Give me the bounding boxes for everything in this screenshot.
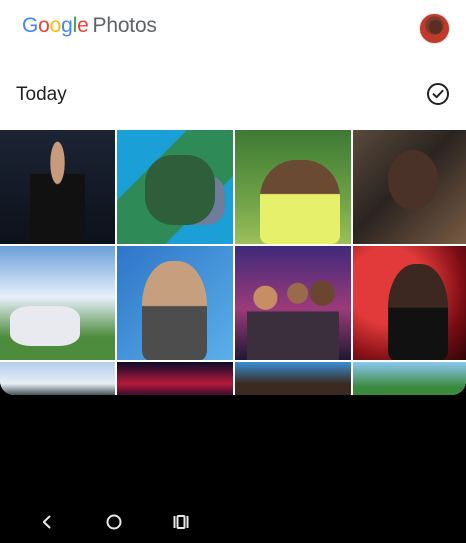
app-header: Google Photos — [0, 0, 466, 60]
recents-icon[interactable] — [169, 510, 193, 534]
logo-letter: o — [38, 14, 50, 37]
system-navigation-bar — [0, 395, 466, 543]
photo-thumbnail[interactable] — [353, 130, 466, 244]
logo-letter: e — [77, 14, 89, 37]
photos-app: Google Photos Today — [0, 0, 466, 395]
account-avatar[interactable] — [419, 13, 450, 44]
photo-thumbnail[interactable] — [235, 246, 351, 360]
logo-photos-text: Photos — [92, 14, 157, 37]
photo-thumbnail[interactable] — [117, 130, 233, 244]
logo-letter: o — [49, 14, 62, 37]
photo-thumbnail[interactable] — [0, 246, 115, 360]
logo-letter: G — [22, 14, 39, 37]
photo-thumbnail[interactable] — [117, 362, 233, 395]
photo-thumbnail[interactable] — [0, 130, 115, 244]
photo-grid — [0, 130, 466, 395]
section-title-today: Today — [16, 84, 67, 105]
photo-thumbnail[interactable] — [353, 362, 466, 395]
home-icon[interactable] — [102, 510, 126, 534]
logo-letter: g — [61, 14, 73, 37]
check-circle-icon[interactable] — [427, 83, 449, 105]
google-photos-logo: Google Photos — [22, 14, 157, 38]
photo-thumbnail[interactable] — [235, 130, 351, 244]
photo-thumbnail[interactable] — [235, 362, 351, 395]
photo-thumbnail[interactable] — [353, 246, 466, 360]
photo-thumbnail[interactable] — [0, 362, 115, 395]
photo-thumbnail[interactable] — [117, 246, 233, 360]
back-icon[interactable] — [35, 510, 59, 534]
